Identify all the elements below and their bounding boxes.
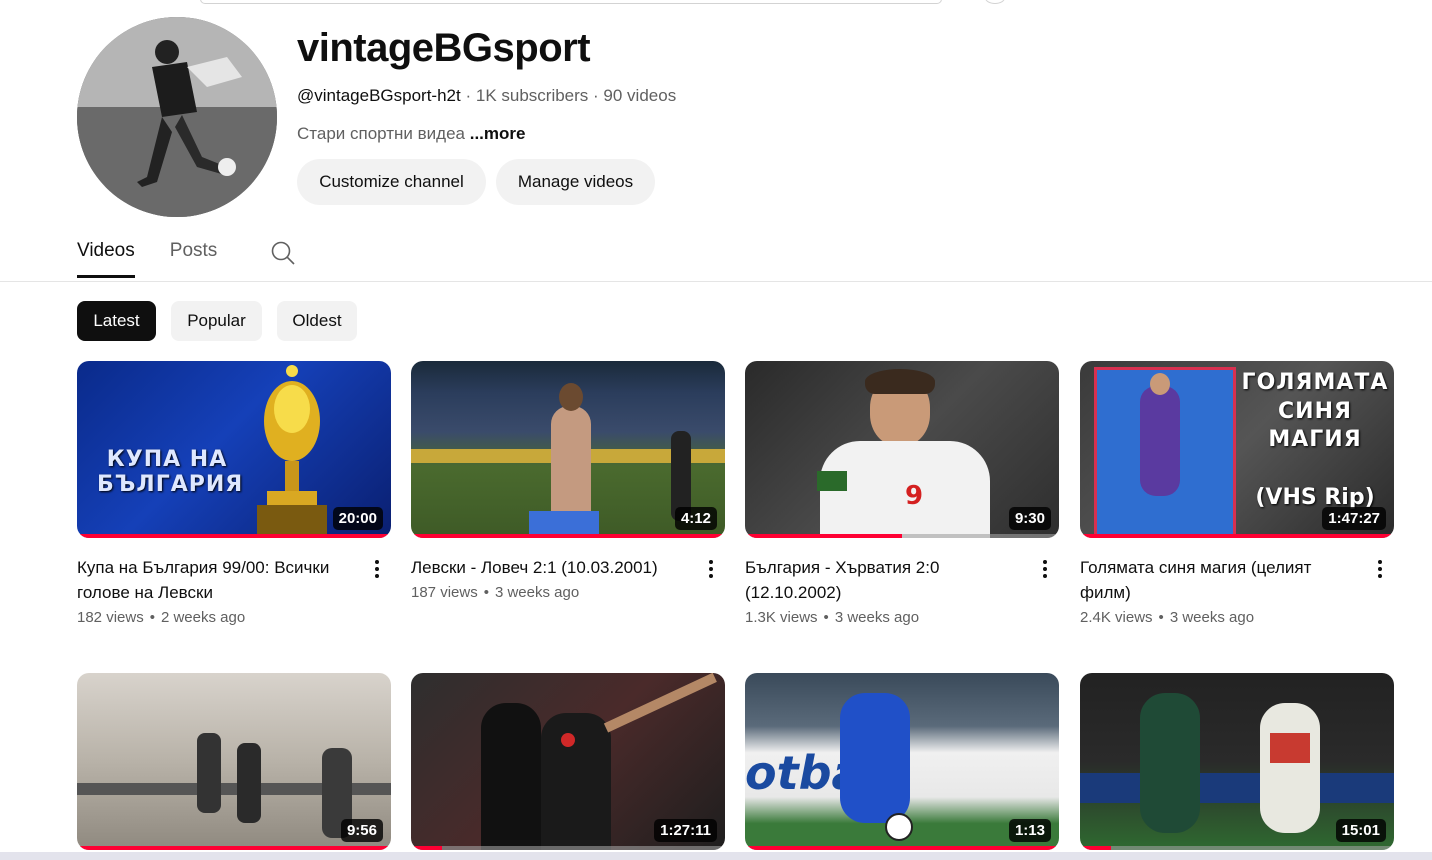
view-count: 187 views: [411, 584, 478, 601]
video-card[interactable]: КУПА НА БЪЛГАРИЯ 20:00 Купа на България …: [77, 361, 391, 626]
video-card[interactable]: 4:12 Левски - Ловеч 2:1 (10.03.2001) 187…: [411, 361, 725, 601]
channel-meta: @vintageBGsport-h2t · 1K subscribers · 9…: [297, 86, 677, 105]
progress-track: [411, 846, 725, 850]
trophy-icon: [257, 365, 327, 538]
video-duration: 9:30: [1008, 507, 1051, 530]
video-duration: 4:12: [674, 507, 717, 530]
avatar-photo: [77, 17, 277, 217]
bottom-strip: [0, 852, 1432, 860]
video-meta: 182 views • 2 weeks ago: [77, 609, 246, 626]
video-age: 3 weeks ago: [834, 609, 920, 626]
video-duration: 20:00: [332, 507, 383, 530]
video-meta: 2.4K views • 3 weeks ago: [1080, 609, 1255, 626]
search-icon[interactable]: [270, 240, 296, 266]
video-duration: 1:47:27: [1322, 507, 1386, 530]
video-duration: 9:56: [340, 819, 383, 842]
watch-progress: [77, 534, 391, 538]
view-count: 182 views: [77, 609, 144, 626]
watch-progress: [745, 534, 902, 538]
video-thumbnail[interactable]: КУПА НА БЪЛГАРИЯ 20:00: [77, 361, 391, 538]
video-thumbnail[interactable]: 1:27:11: [411, 673, 725, 850]
video-card[interactable]: 9 9:30 България - Хърватия 2:0 (12.10.20…: [745, 361, 1059, 626]
video-age: 2 weeks ago: [160, 609, 246, 626]
thumbnail-caption: ГОЛЯМАТА СИНЯ МАГИЯ: [1241, 370, 1389, 453]
channel-tabs: Videos Posts: [77, 230, 252, 282]
video-age: 3 weeks ago: [1169, 609, 1255, 626]
voice-search-button[interactable]: [985, 0, 1005, 4]
watch-progress: [411, 846, 443, 850]
more-actions-icon[interactable]: [1035, 557, 1055, 581]
channel-name: vintageBGsport: [297, 26, 591, 70]
video-title[interactable]: България - Хърватия 2:0 (12.10.2002): [745, 555, 1015, 605]
watch-progress: [411, 534, 725, 538]
tab-videos[interactable]: Videos: [77, 230, 135, 278]
watch-progress: [1080, 534, 1394, 538]
video-thumbnail[interactable]: ГОЛЯМАТА СИНЯ МАГИЯ (VHS Rip) 1:47:27: [1080, 361, 1394, 538]
chip-latest[interactable]: Latest: [77, 301, 156, 341]
video-age: 3 weeks ago: [494, 584, 580, 601]
view-count: 2.4K views: [1080, 609, 1153, 626]
video-card[interactable]: otba 1:13: [745, 673, 1059, 850]
video-duration: 1:13: [1008, 819, 1051, 842]
channel-avatar[interactable]: [77, 17, 277, 217]
video-meta: 187 views • 3 weeks ago: [411, 584, 580, 601]
video-thumbnail[interactable]: 9:56: [77, 673, 391, 850]
progress-track: [1080, 846, 1394, 850]
video-card[interactable]: ГОЛЯМАТА СИНЯ МАГИЯ (VHS Rip) 1:47:27 Го…: [1080, 361, 1394, 626]
channel-page: vintageBGsport @vintageBGsport-h2t · 1K …: [0, 0, 1432, 860]
video-title[interactable]: Левски - Ловеч 2:1 (10.03.2001): [411, 555, 681, 580]
subscriber-count: 1K subscribers: [475, 86, 589, 105]
video-title[interactable]: Голямата синя магия (целият филм): [1080, 555, 1350, 605]
tabs-divider: [0, 281, 1432, 282]
video-count: 90 videos: [603, 86, 677, 105]
more-actions-icon[interactable]: [367, 557, 387, 581]
manage-videos-button[interactable]: Manage videos: [496, 159, 655, 205]
video-card[interactable]: 1:27:11: [411, 673, 725, 850]
view-count: 1.3K views: [745, 609, 818, 626]
video-thumbnail[interactable]: 15:01: [1080, 673, 1394, 850]
channel-handle: @vintageBGsport-h2t: [297, 86, 461, 105]
video-card[interactable]: 15:01: [1080, 673, 1394, 850]
description-text: Стари спортни видеа: [297, 124, 465, 143]
search-bar[interactable]: [200, 0, 942, 4]
tab-posts[interactable]: Posts: [170, 230, 218, 278]
video-duration: 1:27:11: [654, 819, 717, 842]
video-card[interactable]: 9:56: [77, 673, 391, 850]
chip-popular[interactable]: Popular: [171, 301, 262, 341]
channel-description[interactable]: Стари спортни видеа ...more: [297, 124, 525, 144]
video-thumbnail[interactable]: otba 1:13: [745, 673, 1059, 850]
video-thumbnail[interactable]: 9 9:30: [745, 361, 1059, 538]
more-link[interactable]: ...more: [470, 124, 526, 143]
watch-progress: [77, 846, 391, 850]
more-actions-icon[interactable]: [701, 557, 721, 581]
video-duration: 15:01: [1335, 819, 1386, 842]
chip-oldest[interactable]: Oldest: [277, 301, 357, 341]
video-thumbnail[interactable]: 4:12: [411, 361, 725, 538]
customize-channel-button[interactable]: Customize channel: [297, 159, 486, 205]
thumbnail-caption: КУПА НА БЪЛГАРИЯ: [97, 447, 244, 498]
video-meta: 1.3K views • 3 weeks ago: [745, 609, 920, 626]
watch-progress: [1080, 846, 1112, 850]
more-actions-icon[interactable]: [1370, 557, 1390, 581]
video-title[interactable]: Купа на България 99/00: Всички голове на…: [77, 555, 347, 605]
watch-progress: [745, 846, 1059, 850]
